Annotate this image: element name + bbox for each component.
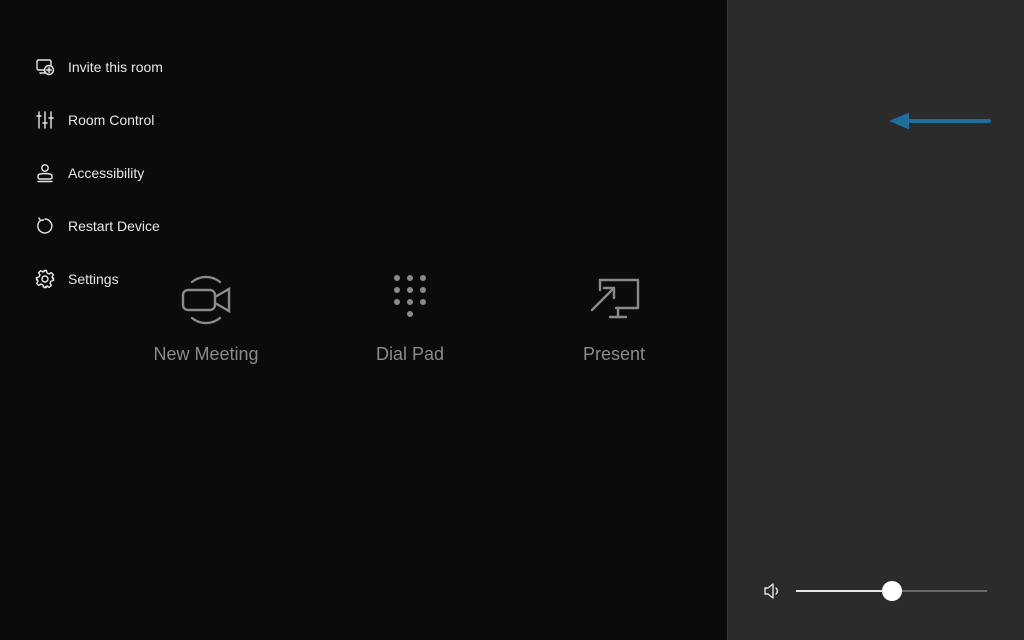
volume-slider[interactable] [796,578,987,604]
new-meeting-label: New Meeting [153,344,259,364]
sliders-icon [34,109,56,131]
new-meeting-button[interactable]: New Meeting [126,268,286,368]
menu-item-label: Accessibility [68,165,145,181]
menu-item-label: Settings [68,271,119,287]
present-screen-icon [582,268,646,332]
gear-icon [34,268,56,290]
menu-item-room-control[interactable]: Room Control [34,106,154,134]
side-panel [727,0,1024,640]
annotation-arrow-icon [889,112,991,130]
menu-item-accessibility[interactable]: Accessibility [34,159,144,187]
speaker-icon[interactable] [762,580,784,602]
dial-pad-button[interactable]: Dial Pad [330,268,490,368]
restart-icon [34,215,56,237]
menu-item-label: Invite this room [68,59,163,75]
present-label: Present [582,344,646,364]
volume-thumb[interactable] [881,581,902,601]
menu-item-label: Restart Device [68,218,160,234]
menu-item-label: Room Control [68,112,155,128]
video-camera-icon [174,268,238,332]
menu-item-settings[interactable]: Settings [34,265,119,293]
menu-item-invite-this-room[interactable]: Invite this room [34,53,163,81]
accessibility-icon [34,162,56,184]
menu-item-restart-device[interactable]: Restart Device [34,212,160,240]
dial-pad-label: Dial Pad [375,344,445,364]
home-screen: New Meeting Dial Pad Present [0,0,727,640]
dial-pad-icon [378,268,442,332]
invite-room-icon [34,56,56,78]
volume-fill [796,590,892,592]
present-button[interactable]: Present [534,268,694,368]
